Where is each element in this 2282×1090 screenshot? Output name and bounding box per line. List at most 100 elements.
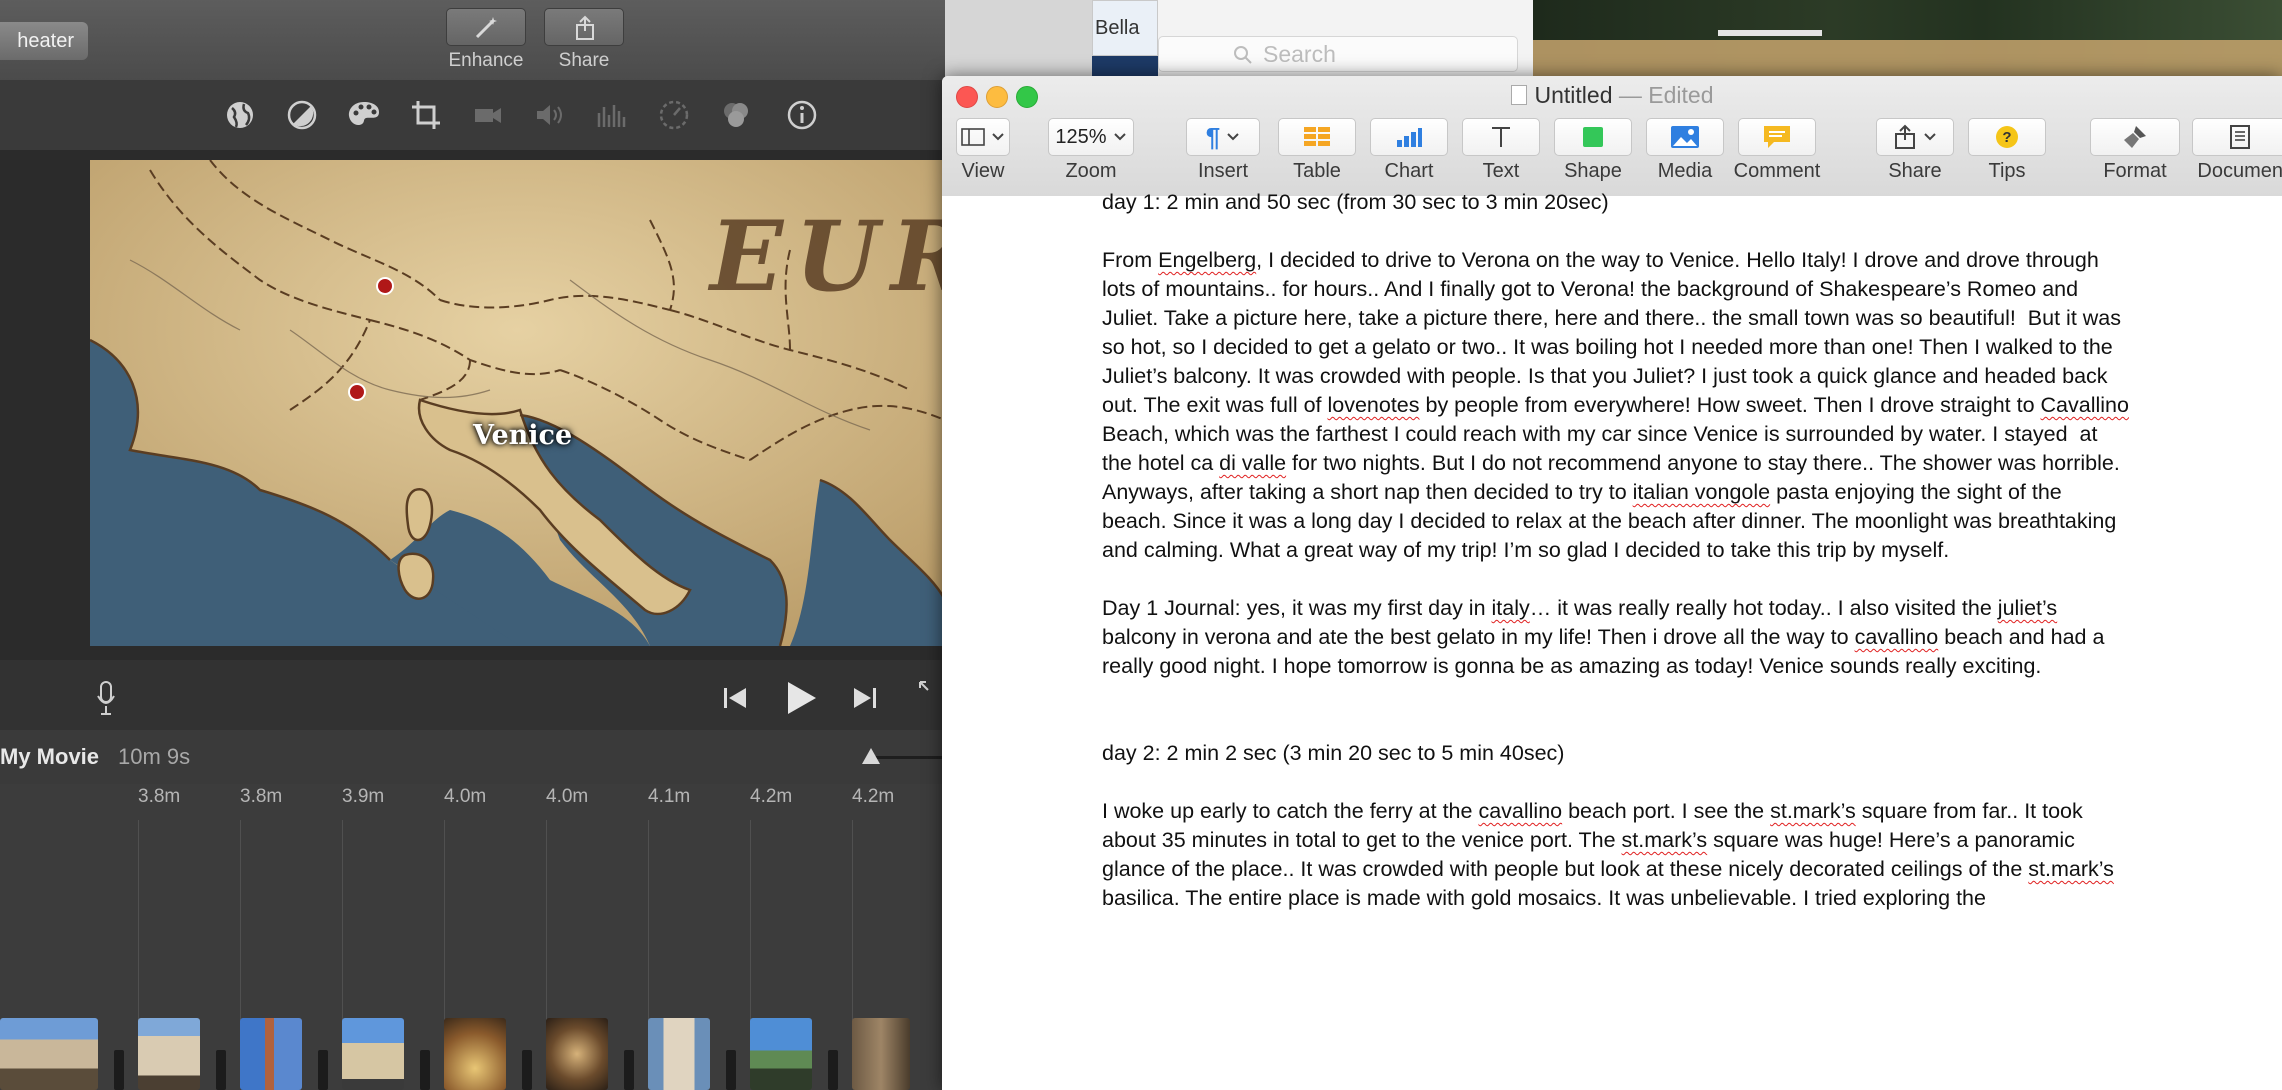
info-icon[interactable] xyxy=(784,97,820,133)
skip-forward-icon[interactable] xyxy=(852,686,878,715)
zoom-value: 125% xyxy=(1055,125,1107,148)
chevron-down-icon xyxy=(992,133,1004,141)
search-placeholder: Search xyxy=(1263,41,1336,67)
text-icon xyxy=(1492,127,1510,147)
document-button[interactable] xyxy=(2192,118,2282,156)
clip-duration-label: 3.8m xyxy=(240,786,283,807)
clip-thumbnail[interactable] xyxy=(138,1018,200,1090)
speed-icon[interactable] xyxy=(656,97,692,133)
clip-gap xyxy=(216,1050,226,1090)
clip-thumbnail[interactable] xyxy=(852,1018,910,1090)
shape-button[interactable] xyxy=(1554,118,1632,156)
day2-paragraph: I woke up early to catch the ferry at th… xyxy=(1102,799,2120,910)
timeline[interactable]: 3.8m 3.8m 3.9m 4.0m 4.0m 4.1m 4.2m 4.2m xyxy=(0,784,945,1090)
stabilization-icon[interactable] xyxy=(470,97,506,133)
share-icon xyxy=(1895,124,1915,149)
media-label: Media xyxy=(1657,160,1713,182)
help-icon: ? xyxy=(1996,126,2018,148)
clip-marker xyxy=(240,820,241,1020)
comment-icon xyxy=(1764,126,1790,148)
title-separator: — xyxy=(1618,82,1642,108)
imovie-toolbar: heater Enhance Share xyxy=(0,0,945,81)
text-label: Text xyxy=(1482,160,1520,182)
tips-button[interactable]: ? xyxy=(1968,118,2046,156)
insert-label: Insert xyxy=(1197,160,1249,182)
globe-icon[interactable] xyxy=(222,97,258,133)
color-balance-icon[interactable] xyxy=(284,97,320,133)
document-name: Untitled xyxy=(1534,82,1613,108)
clip-thumbnail[interactable] xyxy=(0,1018,98,1090)
timeline-zoom-knob[interactable] xyxy=(862,748,880,764)
filter-icon[interactable] xyxy=(718,97,754,133)
document-body[interactable]: day 1: 2 min and 50 sec (from 30 sec to … xyxy=(1102,188,2132,913)
fullscreen-icon[interactable] xyxy=(918,680,942,709)
journal-lead: Day 1 Journal: yes, it was my first day … xyxy=(1102,596,1492,620)
text-button[interactable] xyxy=(1462,118,1540,156)
format-button[interactable] xyxy=(2090,118,2180,156)
chart-icon xyxy=(1397,128,1422,147)
share-button[interactable] xyxy=(1876,118,1954,156)
clip-thumbnail[interactable] xyxy=(648,1018,710,1090)
clip-duration-label: 4.0m xyxy=(444,786,487,807)
volume-icon[interactable] xyxy=(532,97,568,133)
clip-gap xyxy=(114,1050,124,1090)
clip-marker xyxy=(138,820,139,1020)
equalizer-icon[interactable] xyxy=(594,97,630,133)
table-button[interactable] xyxy=(1278,118,1356,156)
clip-marker xyxy=(852,820,853,1020)
clip-gap xyxy=(726,1050,736,1090)
paragraph-icon: ¶ xyxy=(1205,121,1221,152)
insert-button[interactable]: ¶ xyxy=(1186,118,1260,156)
skip-back-icon[interactable] xyxy=(722,686,748,715)
shape-icon xyxy=(1583,127,1603,147)
project-header: My Movie 10m 9s xyxy=(0,730,958,784)
comment-button[interactable] xyxy=(1738,118,1816,156)
comment-label: Comment xyxy=(1733,160,1821,182)
clip-thumbnail[interactable] xyxy=(444,1018,506,1090)
crop-icon[interactable] xyxy=(408,97,444,133)
clip-thumbnail[interactable] xyxy=(240,1018,302,1090)
clip-marker xyxy=(546,820,547,1020)
play-icon[interactable] xyxy=(786,680,818,721)
clip-gap xyxy=(420,1050,430,1090)
pages-window: Untitled — Edited View 125% Zoom ¶ Inser… xyxy=(942,76,2282,1090)
clip-thumbnail[interactable] xyxy=(750,1018,812,1090)
chevron-down-icon xyxy=(1113,133,1126,141)
clip-gap xyxy=(624,1050,634,1090)
chevron-down-icon xyxy=(1924,133,1936,141)
document-label: Document xyxy=(2197,160,2282,182)
clip-duration-label: 4.2m xyxy=(852,786,895,807)
clip-thumbnail[interactable] xyxy=(342,1018,404,1090)
share-label: Share xyxy=(558,50,610,71)
zoom-select[interactable]: 125% xyxy=(1048,118,1134,156)
clip-gap xyxy=(828,1050,838,1090)
chart-button[interactable] xyxy=(1370,118,1448,156)
background-photo-bar xyxy=(1718,30,1822,36)
map-location-label: Venice xyxy=(473,420,573,451)
document-icon xyxy=(1510,85,1527,105)
document-canvas[interactable]: day 1: 2 min and 50 sec (from 30 sec to … xyxy=(942,190,2282,1090)
clip-thumbnail[interactable] xyxy=(546,1018,608,1090)
video-viewer: EUR Venice xyxy=(0,150,945,730)
search-field[interactable]: Search xyxy=(1158,36,1518,72)
playback-controls xyxy=(0,660,945,730)
bella-map-label: Bella xyxy=(1092,0,1158,56)
enhance-button[interactable] xyxy=(446,8,526,46)
microphone-icon[interactable] xyxy=(96,680,116,721)
share-button[interactable] xyxy=(544,8,624,46)
view-button[interactable] xyxy=(956,118,1010,156)
pages-toolbar: Untitled — Edited View 125% Zoom ¶ Inser… xyxy=(942,76,2282,197)
zoom-label: Zoom xyxy=(1065,160,1117,182)
search-icon xyxy=(1234,46,1252,64)
palette-icon[interactable] xyxy=(346,97,382,133)
clip-marker xyxy=(648,820,649,1020)
europe-map: EUR Venice xyxy=(90,160,945,646)
theater-button[interactable]: heater xyxy=(0,22,88,60)
clip-duration-label: 4.1m xyxy=(648,786,691,807)
media-button[interactable] xyxy=(1646,118,1724,156)
clip-marker xyxy=(444,820,445,1020)
